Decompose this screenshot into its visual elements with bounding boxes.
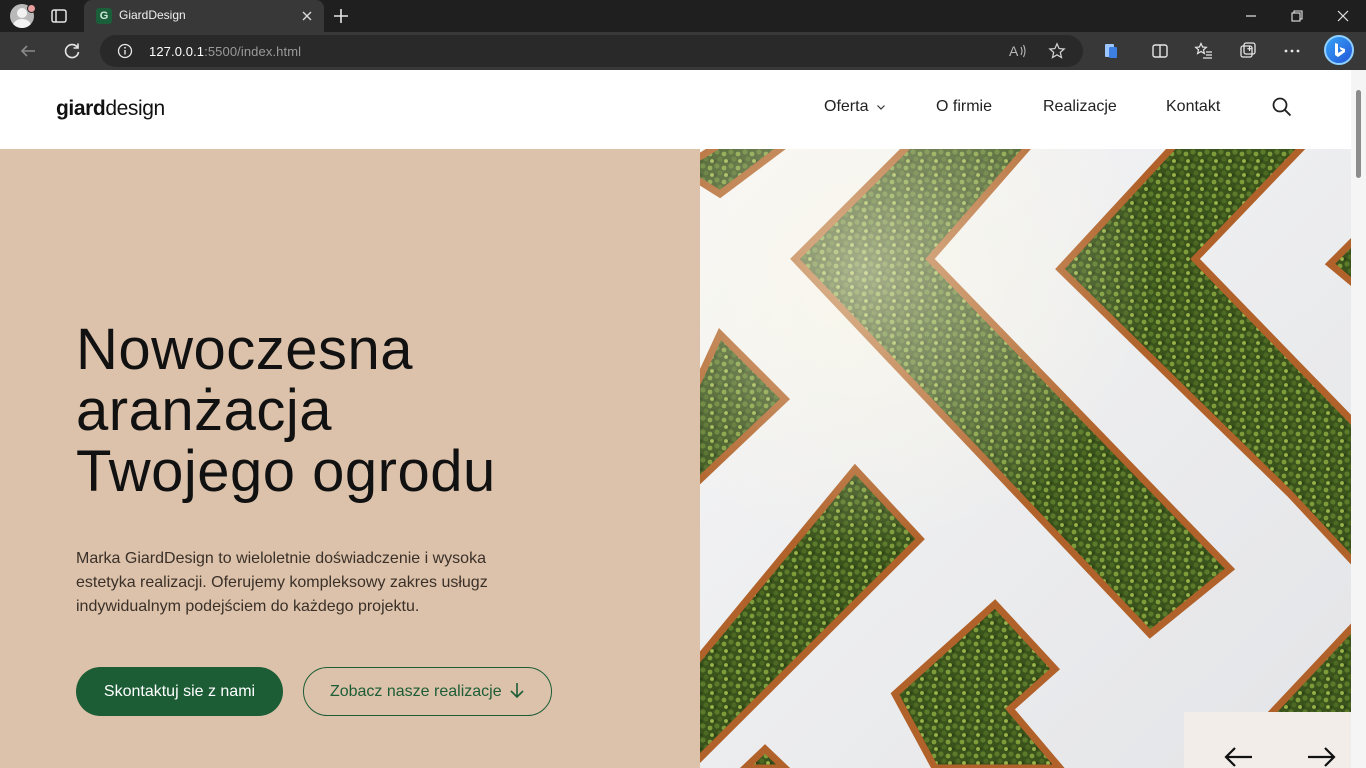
hero-section: Nowoczesna aranżacja Twojego ogrodu Mark… <box>0 149 700 768</box>
read-aloud-icon[interactable]: A <box>1008 42 1028 60</box>
nav-item-o-firmie[interactable]: O firmie <box>936 98 992 116</box>
extensions-icon[interactable] <box>1101 41 1121 61</box>
page-scrollbar[interactable] <box>1351 70 1366 768</box>
nav-item-realizacje[interactable]: Realizacje <box>1043 98 1117 116</box>
tab-actions-icon[interactable] <box>50 7 68 25</box>
more-menu-icon[interactable] <box>1282 41 1302 61</box>
tab-title: GiardDesign <box>119 8 186 22</box>
close-window-icon[interactable] <box>1336 9 1350 23</box>
favorites-list-icon[interactable] <box>1194 41 1214 61</box>
search-icon[interactable] <box>1271 96 1293 118</box>
contact-button[interactable]: Skontaktuj sie z nami <box>76 667 283 716</box>
address-bar[interactable]: 127.0.0.1:5500/index.html A <box>100 35 1083 67</box>
nav-item-oferta[interactable]: Oferta <box>824 98 886 116</box>
copilot-icon[interactable] <box>1324 35 1354 65</box>
minimize-icon[interactable] <box>1244 9 1258 23</box>
nav-item-kontakt[interactable]: Kontakt <box>1166 98 1220 116</box>
site-info-icon[interactable] <box>117 43 133 59</box>
favicon-icon: G <box>96 8 112 24</box>
url-text: 127.0.0.1:5500/index.html <box>149 44 302 59</box>
browser-tab-active[interactable]: G GiardDesign <box>84 0 324 32</box>
restore-icon[interactable] <box>1290 9 1304 23</box>
site-logo[interactable]: giarddesign <box>56 97 165 121</box>
see-projects-button[interactable]: Zobacz nasze realizacje <box>303 667 552 716</box>
arrow-left-icon[interactable] <box>1224 746 1254 768</box>
slider-controls <box>1184 712 1351 768</box>
split-screen-icon[interactable] <box>1150 41 1170 61</box>
chevron-down-icon <box>876 104 885 110</box>
arrow-right-icon[interactable] <box>1306 746 1336 768</box>
hero-description: Marka GiardDesign to wieloletnie doświad… <box>76 550 488 615</box>
browser-tab-bar: G GiardDesign <box>0 0 1366 32</box>
page-viewport: giarddesign Oferta O firmie Realizacje K… <box>0 70 1366 768</box>
close-tab-icon[interactable] <box>299 8 315 24</box>
site-header: giarddesign Oferta O firmie Realizacje K… <box>0 70 1351 149</box>
profile-notification-dot <box>27 4 36 13</box>
reload-icon[interactable] <box>62 41 82 61</box>
svg-text:A: A <box>1009 43 1019 59</box>
browser-toolbar: 127.0.0.1:5500/index.html A <box>0 32 1366 70</box>
back-arrow-icon[interactable] <box>18 41 38 61</box>
arrow-down-icon <box>510 683 524 699</box>
favorite-star-icon[interactable] <box>1048 42 1066 60</box>
hero-maze-garden-image <box>700 149 1351 768</box>
hero-title: Nowoczesna aranżacja Twojego ogrodu <box>76 317 496 504</box>
collections-icon[interactable] <box>1238 41 1258 61</box>
new-tab-icon[interactable] <box>332 7 350 25</box>
scrollbar-thumb[interactable] <box>1356 90 1361 178</box>
